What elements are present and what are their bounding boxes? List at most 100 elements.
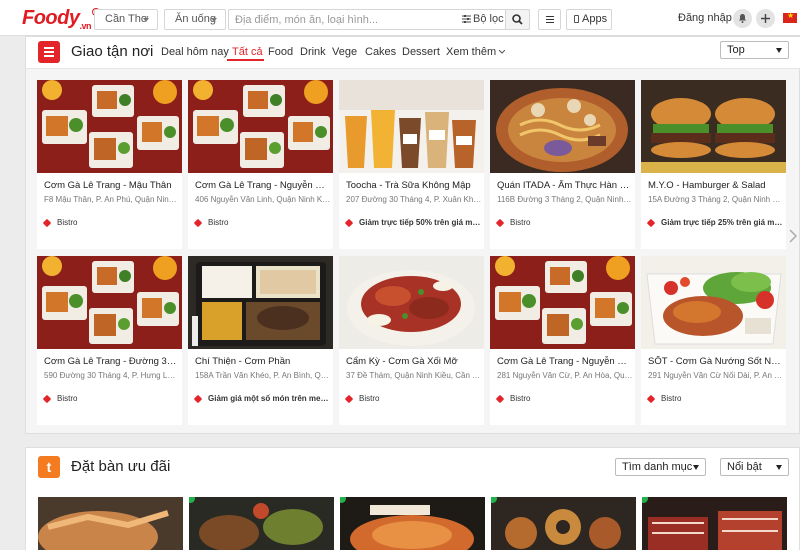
restaurant-tag: Giảm trực tiếp 50% trên giá món xyxy=(344,218,482,230)
tag-icon xyxy=(495,394,505,404)
booking-card[interactable] xyxy=(38,497,183,550)
booking-card[interactable] xyxy=(189,497,334,550)
category-dropdown-label: Ăn uống xyxy=(175,13,216,25)
tab-food[interactable]: Food xyxy=(268,46,293,58)
tab-vege[interactable]: Vege xyxy=(332,46,357,58)
category-dropdown[interactable]: Ăn uống xyxy=(164,9,226,30)
food-photo xyxy=(642,497,787,550)
restaurant-name[interactable]: Cơm Gà Lê Trang - Nguyễn Văn Linh xyxy=(195,180,331,191)
restaurant-card[interactable]: Cơm Gà Lê Trang - Mậu Thân F8 Mậu Thân, … xyxy=(37,80,182,249)
restaurant-name[interactable]: Quán ITADA - Ẩm Thực Hàn Quốc xyxy=(497,180,633,191)
tag-icon xyxy=(42,394,52,404)
promo-label: Giảm giá một số món trên menu xyxy=(208,394,330,403)
food-photo xyxy=(641,80,786,173)
restaurant-tag: Giảm giá một số món trên menu xyxy=(193,394,331,406)
restaurant-card[interactable]: Cẩm Kỳ - Cơm Gà Xối Mỡ 37 Đề Thám, Quận … xyxy=(339,256,484,425)
restaurant-address: 291 Nguyễn Văn Cừ Nối Dài, P. An Khánh, … xyxy=(648,371,784,380)
booking-card[interactable] xyxy=(491,497,636,550)
category-select[interactable]: Tìm danh mục xyxy=(615,458,706,476)
tab-deal-hom-nay[interactable]: Deal hôm nay xyxy=(161,46,229,58)
tag-icon xyxy=(193,218,203,228)
booking-icon: t xyxy=(38,456,60,478)
food-photo xyxy=(490,80,635,173)
food-photo xyxy=(37,256,182,349)
foody-logo[interactable]: Foody.vnR xyxy=(22,7,101,31)
tab-tat-ca[interactable]: Tất cả xyxy=(232,46,263,58)
tab-drink[interactable]: Drink xyxy=(300,46,326,58)
chevron-right-icon[interactable] xyxy=(789,229,797,243)
search-input[interactable] xyxy=(235,12,460,27)
restaurant-address: 281 Nguyễn Văn Cừ, P. An Hòa, Quận Ninh … xyxy=(497,371,633,380)
login-link[interactable]: Đăng nhập xyxy=(678,12,732,24)
chevron-down-icon xyxy=(776,465,782,470)
restaurant-name[interactable]: M.Y.O - Hamburger & Salad xyxy=(648,180,784,191)
chevron-down-icon xyxy=(211,18,217,22)
restaurant-name[interactable]: Cơm Gà Lê Trang - Mậu Thân xyxy=(44,180,180,191)
restaurant-name[interactable]: Toocha - Trà Sữa Không Mập xyxy=(346,180,482,191)
restaurant-card[interactable]: M.Y.O - Hamburger & Salad 15A Đường 3 Th… xyxy=(641,80,786,249)
section-title: Giao tận nơi xyxy=(71,43,154,60)
tab-xem-them[interactable]: Xem thêm xyxy=(446,46,506,58)
tag-icon xyxy=(646,394,656,404)
food-photo xyxy=(188,256,333,349)
flag-vn-icon[interactable] xyxy=(783,11,797,23)
tab-dessert[interactable]: Dessert xyxy=(402,46,440,58)
tag-icon xyxy=(344,394,354,404)
booking-card[interactable] xyxy=(642,497,787,550)
restaurant-card[interactable]: Cơm Gà Lê Trang - Nguyễn Văn Linh 406 Ng… xyxy=(188,80,333,249)
menu-icon xyxy=(546,16,554,17)
sort-select[interactable]: Nổi bật xyxy=(720,458,789,476)
apps-label: Apps xyxy=(582,13,608,25)
restaurant-card[interactable]: Cơm Gà Lê Trang - Đường 30 Tháng 4 590 Đ… xyxy=(37,256,182,425)
menu-button[interactable] xyxy=(538,9,561,30)
plus-icon xyxy=(761,14,770,23)
restaurant-address: 37 Đề Thám, Quận Ninh Kiều, Cần Thơ xyxy=(346,371,482,380)
restaurant-name[interactable]: Cơm Gà Lê Trang - Nguyễn Văn Cừ xyxy=(497,356,633,367)
tag-label: Bistro xyxy=(661,394,682,403)
add-button[interactable] xyxy=(756,9,775,28)
restaurant-card[interactable]: Chí Thiện - Cơm Phần 158A Trần Văn Khéo,… xyxy=(188,256,333,425)
food-photo xyxy=(37,80,182,173)
food-photo xyxy=(38,497,183,550)
booking-section: t Đặt bàn ưu đãi Tìm danh mục Nổi bật xyxy=(25,447,800,550)
chevron-down-icon xyxy=(776,48,782,53)
sort-select-value: Nổi bật xyxy=(727,461,762,473)
tag-icon xyxy=(42,218,52,228)
restaurant-card[interactable]: Cơm Gà Lê Trang - Nguyễn Văn Cừ 281 Nguy… xyxy=(490,256,635,425)
city-dropdown[interactable]: Cần Thơ xyxy=(94,9,158,30)
menu-icon-line xyxy=(546,22,554,23)
tag-label: Bistro xyxy=(510,394,531,403)
restaurant-card[interactable]: Toocha - Trà Sữa Không Mập 207 Đường 30 … xyxy=(339,80,484,249)
restaurant-name[interactable]: Chí Thiện - Cơm Phần xyxy=(195,356,331,367)
restaurant-name[interactable]: Cẩm Kỳ - Cơm Gà Xối Mỡ xyxy=(346,356,482,367)
sort-select-value: Top xyxy=(727,44,745,56)
food-photo xyxy=(490,256,635,349)
restaurant-tag: Bistro xyxy=(42,218,180,230)
restaurant-name[interactable]: SÔT - Cơm Gà Nướng Sốt Nhật xyxy=(648,356,784,367)
restaurant-name[interactable]: Cơm Gà Lê Trang - Đường 30 Tháng 4 xyxy=(44,356,180,367)
search-button[interactable] xyxy=(505,9,530,30)
restaurant-tag: Giảm trực tiếp 25% trên giá món xyxy=(646,218,784,230)
promo-label: Giảm trực tiếp 50% trên giá món xyxy=(359,218,481,227)
restaurant-card[interactable]: Quán ITADA - Ẩm Thực Hàn Quốc 116B Đường… xyxy=(490,80,635,249)
chevron-down-icon xyxy=(498,49,506,54)
bell-icon xyxy=(739,14,746,23)
logo-text: Foody xyxy=(22,7,80,29)
filter-button[interactable]: Bộ lọc xyxy=(462,10,504,29)
restaurant-tag: Bistro xyxy=(42,394,180,406)
chevron-down-icon xyxy=(143,18,149,22)
sort-select[interactable]: Top xyxy=(720,41,789,59)
filter-icon xyxy=(462,15,471,23)
logo-suffix: .vn xyxy=(79,21,92,31)
restaurant-card[interactable]: SÔT - Cơm Gà Nướng Sốt Nhật 291 Nguyễn V… xyxy=(641,256,786,425)
restaurant-tag: Bistro xyxy=(495,394,633,406)
food-photo xyxy=(491,497,636,550)
restaurant-address: F8 Mậu Thân, P. An Phú, Quận Ninh Kiều, … xyxy=(44,195,180,204)
apps-button[interactable]: Apps xyxy=(566,9,612,30)
tab-cakes[interactable]: Cakes xyxy=(365,46,396,58)
restaurant-tag: Bistro xyxy=(495,218,633,230)
tag-label: Bistro xyxy=(359,394,380,403)
booking-card[interactable] xyxy=(340,497,485,550)
notifications-button[interactable] xyxy=(733,9,752,28)
phone-icon xyxy=(574,15,579,23)
